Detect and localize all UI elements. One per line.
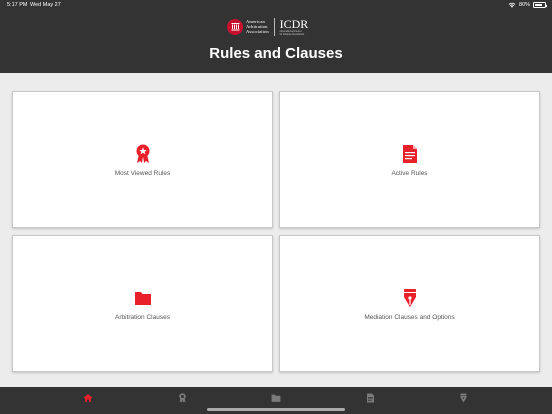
battery-icon [533, 2, 547, 8]
status-date: Wed May 27 [30, 2, 61, 8]
page-title: Rules and Clauses [209, 45, 343, 62]
aaa-seal-icon [227, 18, 243, 35]
battery-percent: 80% [518, 2, 530, 8]
tab-mediation-clauses[interactable] [456, 391, 470, 405]
mediation-clauses-card[interactable]: Mediation Clauses and Options [279, 235, 540, 372]
document-icon [400, 143, 420, 165]
columns-icon [231, 23, 239, 31]
tab-active-rules[interactable] [363, 391, 377, 405]
tab-home[interactable] [81, 391, 95, 405]
most-viewed-rules-card[interactable]: Most Viewed Rules [12, 91, 273, 228]
icdr-logo: ICDR International Centre for Dispute Re… [279, 16, 309, 36]
organization-logos: American Arbitration Association ICDR In… [227, 16, 308, 37]
home-icon [83, 394, 93, 402]
home-indicator[interactable] [207, 408, 345, 411]
status-right: 80% [508, 2, 547, 8]
tab-most-viewed[interactable] [175, 391, 189, 405]
fountain-pen-icon [400, 287, 420, 309]
wifi-icon [508, 2, 516, 8]
folder-icon [133, 287, 153, 309]
aaa-logo-text: American Arbitration Association [246, 19, 269, 34]
app-header: 5:17 PM Wed May 27 80% American Arbitrat… [0, 0, 552, 73]
app-screen: 5:17 PM Wed May 27 80% American Arbitrat… [0, 0, 552, 414]
pen-icon [460, 393, 466, 403]
card-label: Arbitration Clauses [115, 313, 170, 321]
card-label: Most Viewed Rules [114, 169, 171, 177]
card-label: Mediation Clauses and Options [364, 313, 455, 321]
ribbon-award-icon [133, 143, 153, 165]
status-bar: 5:17 PM Wed May 27 80% [0, 0, 552, 11]
document-icon [366, 393, 374, 403]
tab-arbitration-clauses[interactable] [269, 391, 283, 405]
status-time: 5:17 PM [7, 2, 28, 8]
active-rules-card[interactable]: Active Rules [279, 91, 540, 228]
arbitration-clauses-card[interactable]: Arbitration Clauses [12, 235, 273, 372]
folder-icon [271, 394, 281, 402]
card-label: Active Rules [391, 169, 428, 177]
logo-divider [273, 17, 275, 36]
battery-level [534, 3, 543, 7]
ribbon-icon [178, 393, 186, 403]
